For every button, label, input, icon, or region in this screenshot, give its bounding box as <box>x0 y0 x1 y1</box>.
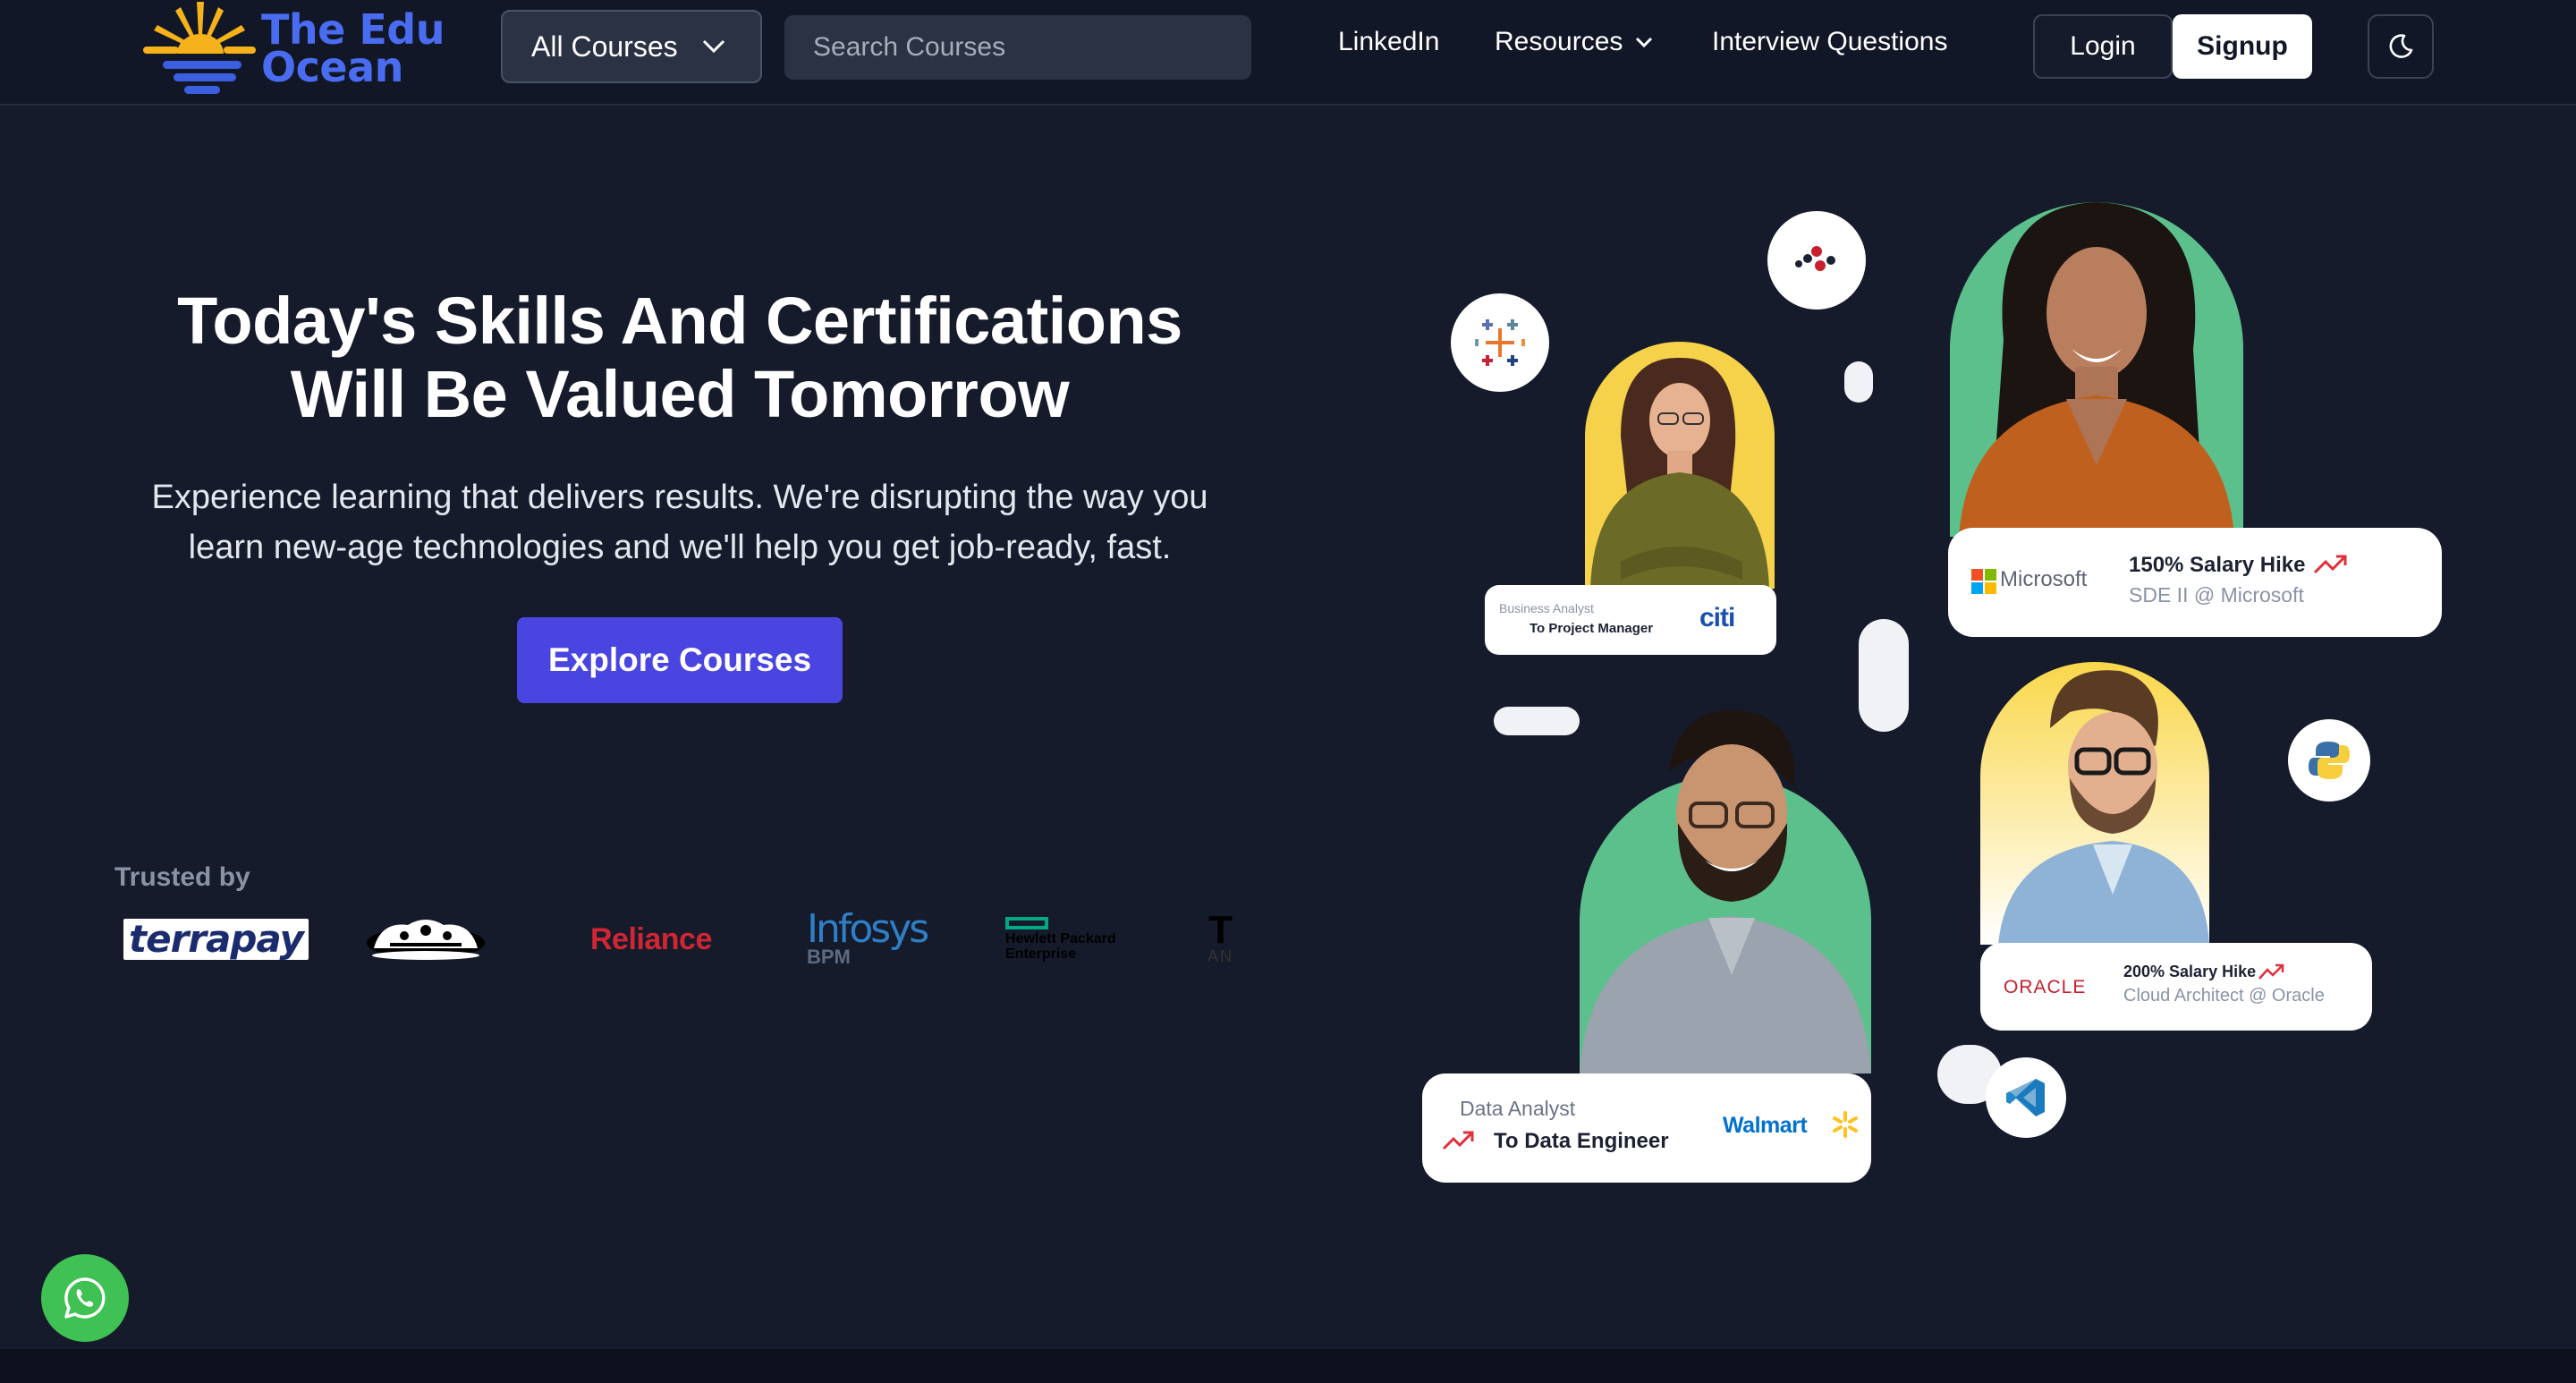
nav-linkedin[interactable]: LinkedIn <box>1338 27 1439 57</box>
site-logo[interactable]: The Edu Ocean <box>141 0 445 100</box>
dots-logo-icon <box>1767 211 1866 310</box>
chevron-down-icon <box>702 39 724 54</box>
all-courses-label: All Courses <box>531 30 678 63</box>
tableau-icon <box>1451 293 1549 392</box>
trend-up-icon <box>2258 963 2284 980</box>
logo-line-2: Ocean <box>261 43 403 91</box>
infosys-logo-text: Infosys <box>807 906 929 952</box>
decor-pill <box>1494 707 1580 735</box>
explore-courses-label: Explore Courses <box>547 641 812 678</box>
hpe-logo-mark <box>1005 917 1048 929</box>
emblem-logo-icon <box>367 920 485 960</box>
vscode-glyph <box>2006 1079 2045 1116</box>
person-photo <box>1980 662 2209 945</box>
person-photo <box>1585 338 1775 589</box>
sun-wave-logo-icon <box>143 2 256 94</box>
person-illustration <box>1950 202 2243 537</box>
moon-icon <box>2389 34 2413 58</box>
signup-button[interactable]: Signup <box>2173 14 2312 79</box>
hero-illustration: Business Analyst To Project Manager citi… <box>1395 179 2469 1235</box>
vscode-icon <box>1986 1057 2066 1138</box>
person-illustration <box>1585 342 1775 589</box>
oracle-logo: ORACLE <box>2004 977 2087 997</box>
infosys-bpm-text: BPM <box>807 946 851 968</box>
reliance-logo: Reliance <box>590 899 712 980</box>
citi-logo: citi <box>1699 603 1735 632</box>
explore-courses-button[interactable]: Explore Courses <box>517 617 843 703</box>
career-card-walmart: Data Analyst To Data Engineer Walmart <box>1422 1073 1871 1183</box>
search-input[interactable] <box>784 15 1251 80</box>
top-navbar: The Edu Ocean All Courses LinkedIn Resou… <box>0 0 2576 106</box>
card-to-role: To Data Engineer <box>1494 1129 1669 1153</box>
microsoft-logo-icon <box>1971 569 1996 594</box>
hpe-logo-line-1: Hewlett Packard <box>1005 931 1116 946</box>
nav-resources-label: Resources <box>1495 27 1623 56</box>
person-illustration <box>1580 709 1871 1073</box>
all-courses-dropdown[interactable]: All Courses <box>501 10 762 83</box>
person-photo <box>1950 197 2243 537</box>
card-to-role: To Project Manager <box>1530 621 1654 636</box>
whatsapp-icon <box>64 1277 106 1319</box>
card-from-role: Data Analyst <box>1460 1097 1576 1120</box>
hero-title: Today's Skills And Certifications Will B… <box>177 284 1182 431</box>
terrapay-logo: terrapay <box>123 919 309 960</box>
footer-strip <box>0 1349 2576 1383</box>
logo-text: The Edu Ocean <box>261 9 458 91</box>
walmart-spark-icon <box>1833 1111 1858 1138</box>
infosys-logo: Infosys BPM <box>807 899 929 980</box>
career-card-microsoft: Microsoft 150% Salary Hike SDE II @ Micr… <box>1948 528 2442 637</box>
python-glyph <box>2309 742 2350 779</box>
card-new-role: Cloud Architect @ Oracle <box>2123 986 2325 1005</box>
hpe-logo-line-2: Enterprise <box>1005 946 1077 962</box>
card-from-role: Business Analyst <box>1499 601 1594 615</box>
microsoft-logo-text: Microsoft <box>2000 567 2088 591</box>
emblem-logo <box>363 899 488 980</box>
dots-glyph <box>1795 246 1835 271</box>
trusted-logos-strip: terrapay Reliance Infosys BPM Hewlett Pa… <box>114 899 1249 980</box>
hero-subtitle: Experience learning that delivers result… <box>151 479 1208 566</box>
person-illustration <box>1980 662 2209 945</box>
card-new-role: SDE II @ Microsoft <box>2129 583 2304 607</box>
theme-toggle-button[interactable] <box>2368 14 2434 79</box>
nav-resources[interactable]: Resources <box>1495 27 1653 57</box>
chevron-down-icon <box>1636 37 1653 48</box>
trend-up-icon <box>2313 555 2347 574</box>
career-card-oracle: ORACLE 200% Salary Hike Cloud Architect … <box>1980 943 2372 1031</box>
card-salary-hike: 200% Salary Hike <box>2123 963 2257 980</box>
whatsapp-chat-button[interactable] <box>41 1254 129 1342</box>
trend-up-icon <box>1442 1131 1474 1150</box>
an-logo-text: AN <box>1208 946 1234 965</box>
walmart-logo: Walmart <box>1723 1113 1808 1138</box>
card-salary-hike: 150% Salary Hike <box>2129 553 2306 577</box>
login-button[interactable]: Login <box>2033 14 2173 79</box>
nav-interview-questions[interactable]: Interview Questions <box>1712 27 1947 57</box>
nav-interview-label: Interview Questions <box>1712 27 1948 56</box>
python-icon <box>2288 719 2370 802</box>
an-logo: T AN <box>1208 899 1233 980</box>
tableau-glyph <box>1475 319 1525 366</box>
signup-label: Signup <box>2197 31 2288 61</box>
reliance-logo-text: Reliance <box>590 921 712 956</box>
an-logo-mark: T <box>1208 907 1233 952</box>
nav-linkedin-label: LinkedIn <box>1338 27 1440 56</box>
person-photo <box>1580 707 1871 1073</box>
trusted-by-label: Trusted by <box>114 862 250 892</box>
career-card-citi: Business Analyst To Project Manager citi <box>1485 585 1776 655</box>
decor-pill <box>1844 361 1873 403</box>
hpe-logo: Hewlett Packard Enterprise <box>1005 899 1116 980</box>
login-label: Login <box>2070 31 2136 61</box>
